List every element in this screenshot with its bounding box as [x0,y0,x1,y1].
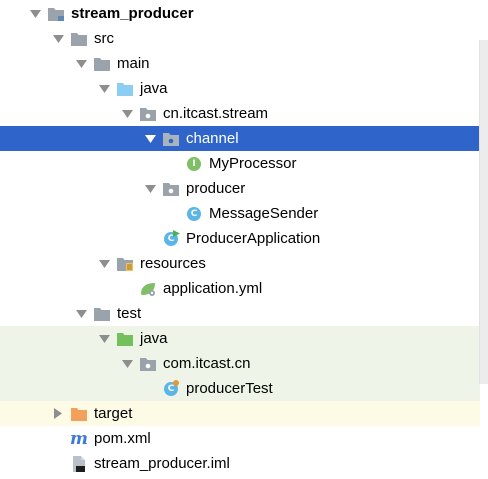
tree-item-java[interactable]: java [0,76,480,101]
maven-badge: m [70,428,88,449]
tree-item-pom-xml[interactable]: m pom.xml [0,426,480,451]
tree-item-label: application.yml [163,280,263,297]
expand-arrow-icon[interactable] [97,76,111,101]
tree-item-src[interactable]: src [0,26,480,51]
tree-item-test-java[interactable]: java [0,326,480,351]
tree-item-label: java [140,330,168,347]
expand-arrow-icon[interactable] [28,1,42,26]
tree-item-stream-producer[interactable]: stream_producer [0,1,480,26]
expand-arrow-icon[interactable] [120,101,134,126]
tree-item-label: main [117,55,150,72]
expand-arrow-icon[interactable] [143,176,157,201]
package-icon [162,130,180,148]
run-marker-icon [173,229,180,237]
tree-item-label: ProducerApplication [186,230,321,247]
folder-icon [93,305,111,323]
collapse-arrow-icon[interactable] [51,401,65,426]
tree-item-cn-itcast-stream[interactable]: cn.itcast.stream [0,101,480,126]
excluded-folder-icon [70,405,88,423]
tree-item-label: java [140,80,168,97]
spring-yml-icon [139,280,157,298]
interface-badge: I [187,156,201,171]
tree-item-label: channel [186,130,239,147]
class-icon: C [162,379,180,398]
expand-arrow-icon[interactable] [120,351,134,376]
tree-item-application-yml[interactable]: application.yml [0,276,480,301]
expand-arrow-icon[interactable] [74,51,88,76]
tree-item-label: MessageSender [209,205,319,222]
expand-arrow-icon[interactable] [74,301,88,326]
tree-item-label: MyProcessor [209,155,297,172]
tree-item-label: producerTest [186,380,273,397]
expand-arrow-icon[interactable] [51,26,65,51]
expand-arrow-icon[interactable] [97,326,111,351]
class-icon: C [185,205,203,223]
tree-item-stream-producer-iml[interactable]: stream_producer.iml [0,451,480,476]
package-icon [139,355,157,373]
source-folder-icon [116,80,134,98]
tree-item-label: producer [186,180,246,197]
folder-icon [70,30,88,48]
tree-item-label: test [117,305,142,322]
module-folder-icon [47,5,65,23]
tree-item-label: com.itcast.cn [163,355,251,372]
test-marker-icon [173,379,179,386]
tree-item-channel[interactable]: channel [0,126,480,151]
tree-item-main[interactable]: main [0,51,480,76]
tree-item-label: resources [140,255,206,272]
interface-icon: I [185,155,203,173]
folder-icon [93,55,111,73]
package-icon [162,180,180,198]
resources-folder-icon [116,255,134,273]
tree-item-target[interactable]: target [0,401,480,426]
expand-arrow-icon[interactable] [143,126,157,151]
test-source-folder-icon [116,330,134,348]
expand-arrow-icon[interactable] [97,251,111,276]
tree-item-label: stream_producer.iml [94,455,230,472]
tree-item-producer[interactable]: producer [0,176,480,201]
vertical-scrollbar[interactable] [479,40,488,384]
tree-item-producerapplication[interactable]: C ProducerApplication [0,226,480,251]
maven-icon: m [70,428,88,449]
iml-file-icon [70,455,88,473]
tree-item-label: pom.xml [94,430,151,447]
tree-item-test[interactable]: test [0,301,480,326]
tree-item-com-itcast-cn[interactable]: com.itcast.cn [0,351,480,376]
tree-item-myprocessor[interactable]: I MyProcessor [0,151,480,176]
tree-item-label: cn.itcast.stream [163,105,269,122]
tree-item-messagesender[interactable]: C MessageSender [0,201,480,226]
tree-item-label: target [94,405,133,422]
tree-item-label: stream_producer [71,5,194,22]
spring-boot-class-icon: C [162,229,180,248]
tree-item-producertest[interactable]: C producerTest [0,376,480,401]
class-badge: C [187,206,201,221]
tree-item-label: src [94,30,114,47]
tree-item-resources[interactable]: resources [0,251,480,276]
package-icon [139,105,157,123]
